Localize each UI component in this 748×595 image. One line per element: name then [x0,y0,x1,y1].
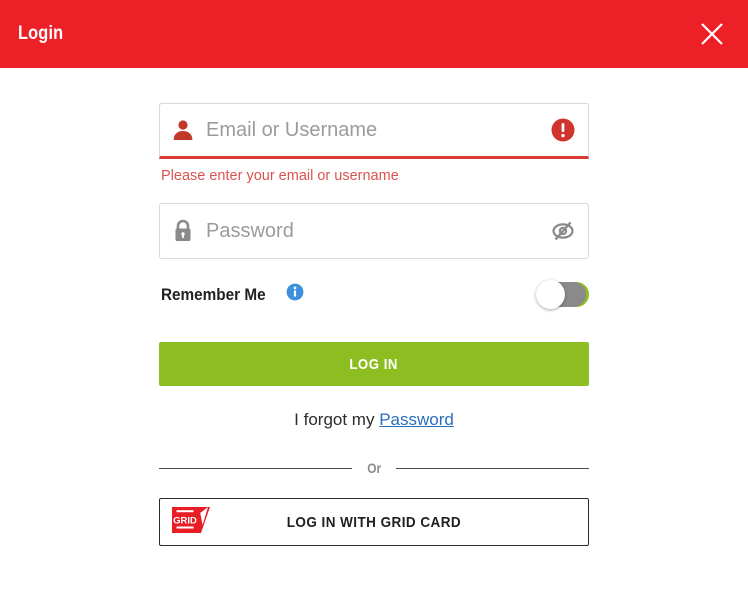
password-input[interactable] [206,204,538,259]
divider-label: Or [367,460,381,477]
remember-me-label: Remember Me [161,284,266,304]
lock-icon [160,219,206,243]
remember-me-left-group: Remember Me [161,283,304,306]
remember-me-row: Remember Me [159,280,589,310]
page-title: Login [18,23,64,44]
password-field-container[interactable] [159,203,589,260]
close-icon [698,20,726,48]
email-error-message: Please enter your email or username [161,168,399,184]
forgot-password-link[interactable]: Password [379,410,454,429]
email-error-indicator[interactable] [538,117,588,143]
dialog-header: Login [0,0,748,68]
forgot-password-prefix: I forgot my [294,410,380,430]
user-icon [160,118,206,142]
divider-line-left [159,467,352,469]
remember-me-toggle[interactable] [536,280,589,310]
login-with-grid-card-button[interactable]: GRID LOG IN WITH GRID CARD [159,498,589,547]
grid-card-button-label-wrap: LOG IN WITH GRID CARD [160,514,588,531]
error-exclamation-icon [550,117,576,143]
forgot-password-row: I forgot my Password [159,410,589,430]
toggle-password-visibility-button[interactable] [538,219,588,243]
login-button[interactable]: LOG IN [159,342,589,387]
eye-slash-icon [550,219,576,243]
svg-text:GRID: GRID [173,515,197,526]
login-form: Please enter your email or username [159,68,589,547]
close-button[interactable] [692,14,732,54]
email-field-container[interactable] [159,103,589,159]
email-input[interactable] [206,104,538,156]
grid-card-button-label: LOG IN WITH GRID CARD [286,513,462,531]
login-button-label: LOG IN [349,355,399,373]
or-divider: Or [159,460,589,476]
divider-line-right [396,467,589,469]
grid-card-logo-icon: GRID [172,506,212,538]
info-icon[interactable] [286,283,304,306]
